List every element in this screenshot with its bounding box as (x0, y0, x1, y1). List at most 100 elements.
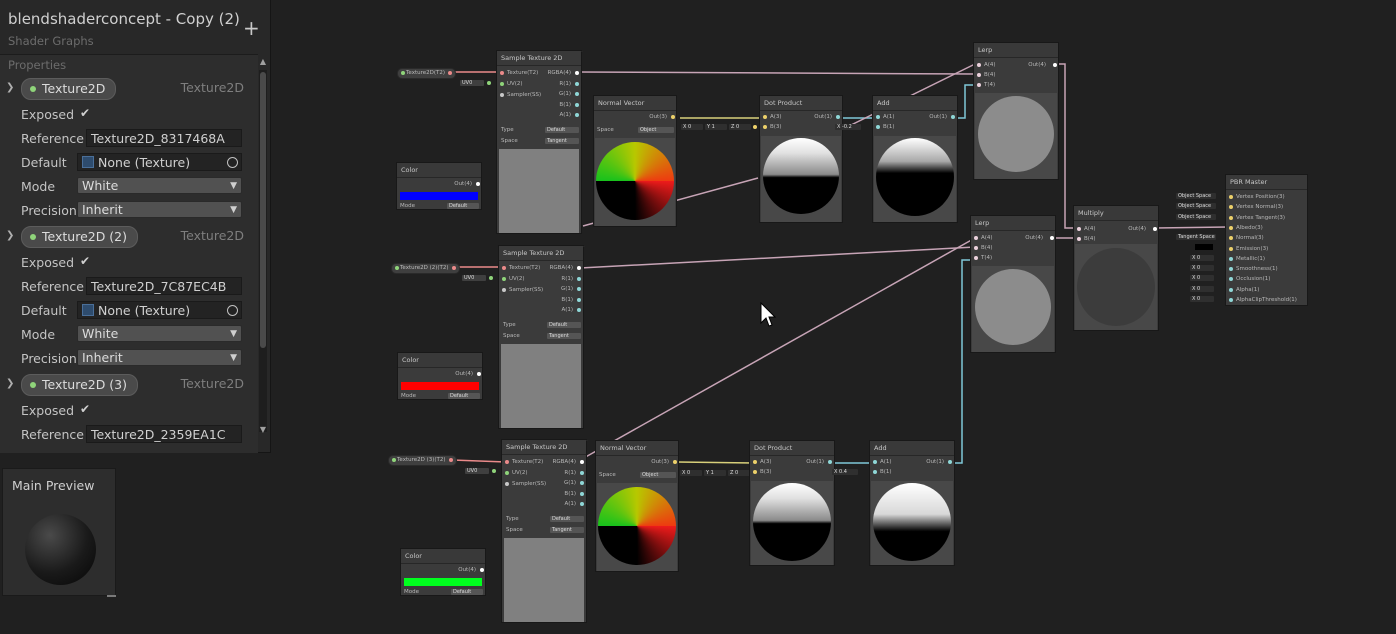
add-property-button[interactable]: + (243, 18, 260, 38)
port-dot-icon[interactable] (977, 83, 981, 87)
mode-dropdown[interactable]: White ▼ (77, 325, 242, 342)
port-dot-icon[interactable] (948, 460, 952, 464)
main-preview-panel[interactable]: Main Preview (2, 468, 116, 597)
port-dot-icon[interactable] (500, 71, 504, 75)
port-dot-icon[interactable] (753, 125, 757, 129)
uv-dropdown[interactable]: UV0 (465, 468, 489, 474)
port-dot-icon[interactable] (577, 266, 581, 270)
port-dot-icon[interactable] (577, 287, 581, 291)
scroll-thumb[interactable] (260, 72, 266, 348)
property-pill[interactable]: Texture2D (2) (21, 226, 139, 248)
port-dot-icon[interactable] (575, 102, 579, 107)
port-dot-icon[interactable] (974, 246, 978, 250)
mode-dropdown[interactable]: Default (451, 589, 483, 595)
property-pill[interactable]: Texture2D (21, 78, 117, 100)
port-dot-icon[interactable] (577, 276, 581, 281)
exposed-checkbox[interactable]: ✔ (80, 402, 90, 416)
properties-scrollbar[interactable]: ▲ ▼ (258, 58, 268, 438)
default-texture-field[interactable]: None (Texture) (77, 153, 242, 171)
exposed-checkbox[interactable]: ✔ (80, 254, 90, 268)
value-field[interactable]: X 0.4 (832, 469, 858, 475)
port-dot-icon[interactable] (951, 115, 955, 119)
reference-field[interactable]: Texture2D_8317468A (86, 129, 242, 147)
port-dot-icon[interactable] (505, 482, 509, 486)
lerp-node[interactable]: Lerp A(4) B(4) T(4) Out(4) (970, 215, 1056, 353)
object-picker-icon[interactable] (227, 305, 238, 316)
port-dot-icon[interactable] (577, 308, 581, 312)
port-dot-icon[interactable] (502, 277, 506, 281)
vector-component-field[interactable]: Z 0 (729, 124, 751, 130)
master-input-field[interactable]: X 0 (1190, 254, 1214, 261)
wire[interactable] (451, 459, 507, 463)
port-dot-icon[interactable] (476, 182, 480, 186)
sample-texture-node[interactable]: Sample Texture 2D Texture(T2) UV(2) Sampler… (501, 439, 588, 623)
reference-field[interactable]: Texture2D_2359EA1C (86, 425, 242, 443)
preview-sphere[interactable] (25, 514, 96, 585)
space-dropdown[interactable]: Tangent (550, 527, 584, 533)
port-dot-icon[interactable] (977, 73, 981, 77)
wire[interactable] (1154, 226, 1229, 229)
port-dot-icon[interactable] (1053, 63, 1057, 67)
color-swatch[interactable] (404, 578, 482, 586)
port-dot-icon[interactable] (1229, 277, 1233, 282)
port-dot-icon[interactable] (487, 81, 491, 85)
master-input-field[interactable]: X 0 (1190, 285, 1214, 292)
space-dropdown[interactable]: Object (638, 127, 674, 133)
port-dot-icon[interactable] (489, 276, 493, 280)
port-dot-icon[interactable] (1153, 227, 1157, 231)
port-dot-icon[interactable] (502, 288, 506, 292)
reference-field[interactable]: Texture2D_7C87EC4B (86, 277, 242, 295)
property-header-texture2d-3[interactable]: ❯ Texture2D (3) Texture2D (0, 374, 258, 396)
port-dot-icon[interactable] (500, 82, 504, 86)
port-dot-icon[interactable] (1229, 267, 1233, 272)
port-dot-icon[interactable] (876, 115, 880, 119)
mode-dropdown[interactable]: Default (448, 393, 480, 399)
resize-handle[interactable] (107, 595, 116, 597)
normal-vector-node[interactable]: Normal Vector Out(3) Space Object (595, 440, 679, 572)
port-dot-icon[interactable] (1229, 246, 1233, 251)
vector-component-field[interactable]: X 0 (681, 124, 703, 130)
add-node[interactable]: Add A(1) B(1) Out(1) (872, 95, 958, 223)
vector-component-field[interactable]: Y 1 (705, 124, 727, 130)
port-dot-icon[interactable] (977, 63, 981, 67)
port-dot-icon[interactable] (580, 491, 584, 496)
vector-input[interactable]: X 0Y 1Z 0 (681, 124, 757, 131)
normal-vector-node[interactable]: Normal Vector Out(3) Space Object (593, 95, 677, 227)
port-dot-icon[interactable] (575, 113, 579, 117)
master-input-field[interactable]: Object Space (1176, 203, 1216, 210)
exposed-checkbox[interactable]: ✔ (80, 106, 90, 120)
vector-component-field[interactable]: X 0 (680, 470, 702, 476)
port-dot-icon[interactable] (502, 266, 506, 270)
property-node[interactable]: Texture2D (3)(T2) (388, 455, 457, 466)
port-dot-icon[interactable] (492, 469, 496, 473)
foldout-icon[interactable]: ❯ (6, 230, 14, 241)
scroll-up-icon[interactable]: ▲ (259, 58, 267, 66)
property-node[interactable]: Texture2D(T2) (397, 68, 457, 79)
port-dot-icon[interactable] (1229, 205, 1233, 210)
port-dot-icon[interactable] (763, 125, 767, 129)
port-dot-icon[interactable] (477, 372, 481, 376)
master-input-field[interactable]: X 0 (1190, 296, 1214, 302)
port-dot-icon[interactable] (580, 470, 584, 475)
uv-dropdown[interactable]: UV0 (462, 275, 486, 281)
port-dot-icon[interactable] (1050, 236, 1054, 240)
port-dot-icon[interactable] (753, 470, 757, 474)
space-dropdown[interactable]: Tangent (547, 333, 581, 339)
port-dot-icon[interactable] (500, 93, 504, 97)
foldout-icon[interactable]: ❯ (6, 378, 14, 389)
add-node[interactable]: Add A(1) B(1) Out(1) (869, 440, 955, 566)
port-dot-icon[interactable] (577, 297, 581, 302)
port-dot-icon[interactable] (873, 460, 877, 464)
port-dot-icon[interactable] (1229, 215, 1233, 220)
port-dot-icon[interactable] (1229, 298, 1233, 302)
property-header-texture2d[interactable]: ❯ Texture2D Texture2D (0, 78, 258, 100)
property-header-texture2d-2[interactable]: ❯ Texture2D (2) Texture2D (0, 226, 258, 248)
wire[interactable] (676, 461, 755, 464)
port-dot-icon[interactable] (1229, 287, 1233, 292)
port-dot-icon[interactable] (873, 470, 877, 474)
default-texture-field[interactable]: None (Texture) (77, 301, 242, 319)
port-dot-icon[interactable] (673, 460, 677, 464)
emission-color-field[interactable] (1195, 244, 1213, 250)
port-dot-icon[interactable] (448, 458, 453, 462)
multiply-node[interactable]: Multiply A(4) B(4) Out(4) (1073, 205, 1159, 331)
